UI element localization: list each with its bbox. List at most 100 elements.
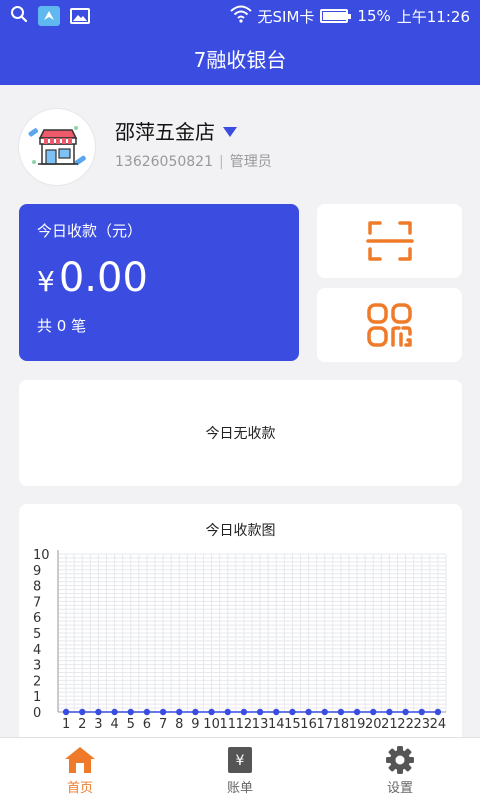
- x-tick-label: 15: [284, 717, 301, 732]
- shop-icon: [28, 126, 86, 166]
- data-point: [240, 708, 248, 716]
- battery-fill: [323, 12, 348, 20]
- data-point: [62, 708, 70, 716]
- store-avatar: [19, 109, 95, 185]
- scan-button[interactable]: [317, 204, 462, 278]
- y-tick-label: 1: [33, 690, 41, 705]
- x-tick-label: 24: [430, 717, 447, 732]
- x-tick-label: 7: [159, 717, 167, 732]
- data-point: [127, 708, 134, 716]
- data-point: [224, 708, 231, 716]
- transaction-count: 共 0 笔: [37, 317, 87, 335]
- data-point: [337, 708, 345, 716]
- bottom-tab-bar: 首页 ¥ 账单 设置: [0, 737, 480, 800]
- x-tick-label: 9: [191, 717, 199, 732]
- store-subtitle: 13626050821 | 管理员: [115, 151, 272, 171]
- tab-label: 首页: [66, 781, 93, 796]
- data-point: [176, 708, 183, 716]
- status-bar: 无SIM卡 15% 上午11:26: [0, 0, 480, 32]
- x-tick-label: 4: [110, 717, 118, 732]
- income-label: 今日收款（元）: [37, 222, 143, 240]
- data-point: [111, 708, 118, 716]
- store-name-selector[interactable]: 邵萍五金店: [115, 116, 237, 145]
- store-name: 邵萍五金店: [115, 120, 215, 144]
- data-point: [289, 708, 296, 716]
- svg-text:¥: ¥: [236, 753, 245, 769]
- data-point: [273, 708, 280, 716]
- page-title: 7融收银台: [193, 48, 287, 72]
- income-chart-card: 今日收款图 0 1 2 3 4 5 6 7 8 9 10 1 2 3 4 5 6 7 8 9 10 11 12 13 14 15 1…: [19, 504, 462, 744]
- x-tick-label: 3: [94, 717, 102, 732]
- x-tick-label: 13: [252, 717, 269, 732]
- y-tick-label: 7: [33, 595, 41, 610]
- bill-icon: ¥: [228, 747, 252, 773]
- x-tick-label: 10: [203, 717, 220, 732]
- y-tick-label: 8: [33, 580, 41, 595]
- y-tick-label: 4: [33, 643, 41, 658]
- tab-label: 账单: [226, 781, 253, 796]
- x-tick-label: 21: [381, 717, 398, 732]
- y-tick-label: 0: [33, 706, 41, 721]
- data-point: [418, 708, 425, 716]
- x-tick-label: 11: [219, 717, 236, 732]
- income-amount: ¥ 0.00: [37, 255, 281, 301]
- income-chart: 0123456789101 2 3 4 5 6 7 8 9 10 11 12 13 14 15 16 17 18 1…: [33, 548, 447, 732]
- data-point: [159, 708, 167, 716]
- tab-bill[interactable]: ¥ 账单: [160, 738, 320, 800]
- x-tick-label: 23: [413, 717, 430, 732]
- image-icon: [70, 8, 90, 24]
- store-info[interactable]: 邵萍五金店 13626050821 | 管理员: [0, 85, 480, 190]
- data-point: [434, 708, 442, 716]
- data-point: [386, 708, 393, 716]
- store-role: 管理员: [229, 154, 272, 170]
- app-notification-icon: [38, 6, 60, 26]
- dropdown-caret-icon: [223, 126, 237, 137]
- battery-percent: 15%: [357, 7, 391, 25]
- x-tick-label: 5: [127, 717, 135, 732]
- data-point: [321, 708, 328, 716]
- x-tick-label: 16: [300, 717, 317, 732]
- x-tick-label: 22: [397, 717, 414, 732]
- y-tick-label: 6: [33, 611, 41, 626]
- wifi-icon: [229, 5, 252, 27]
- clock: 上午11:26: [396, 7, 470, 26]
- data-point: [95, 708, 102, 716]
- scan-icon: [365, 221, 414, 261]
- y-tick-label: 3: [33, 659, 41, 674]
- x-tick-label: 2: [78, 717, 86, 732]
- separator: |: [218, 154, 224, 170]
- x-tick-label: 17: [316, 717, 333, 732]
- data-point: [402, 708, 409, 716]
- tab-label: 设置: [386, 781, 413, 796]
- x-tick-label: 12: [236, 717, 253, 732]
- today-income-card[interactable]: 今日收款（元） ¥ 0.00 共 0 笔: [19, 204, 299, 361]
- y-tick-label: 9: [33, 564, 41, 579]
- y-tick-label: 5: [33, 627, 41, 642]
- data-point: [192, 708, 199, 716]
- gear-icon: [386, 746, 414, 774]
- data-point: [353, 708, 361, 716]
- x-tick-label: 14: [268, 717, 285, 732]
- x-tick-label: 19: [349, 717, 366, 732]
- qrcode-button[interactable]: [317, 288, 462, 362]
- no-income-text: 今日无收款: [205, 426, 276, 442]
- header: 7融收银台: [0, 32, 480, 85]
- tab-home[interactable]: 首页: [0, 738, 160, 800]
- x-tick-label: 1: [62, 717, 70, 732]
- search-icon: [10, 5, 28, 27]
- x-tick-label: 20: [365, 717, 382, 732]
- battery-icon: [320, 9, 352, 23]
- y-tick-label: 2: [33, 674, 41, 689]
- no-income-notice: 今日无收款: [19, 380, 462, 486]
- currency-symbol: ¥: [37, 265, 55, 298]
- x-tick-label: 8: [175, 717, 183, 732]
- data-point: [305, 708, 312, 716]
- data-point: [208, 708, 215, 716]
- home-icon: [65, 747, 95, 773]
- y-tick-label: 10: [33, 548, 50, 563]
- tab-settings[interactable]: 设置: [320, 738, 480, 800]
- carrier-text: 无SIM卡: [257, 7, 315, 26]
- amount-value: 0.00: [58, 255, 148, 301]
- data-point: [143, 708, 151, 716]
- x-tick-label: 18: [333, 717, 350, 732]
